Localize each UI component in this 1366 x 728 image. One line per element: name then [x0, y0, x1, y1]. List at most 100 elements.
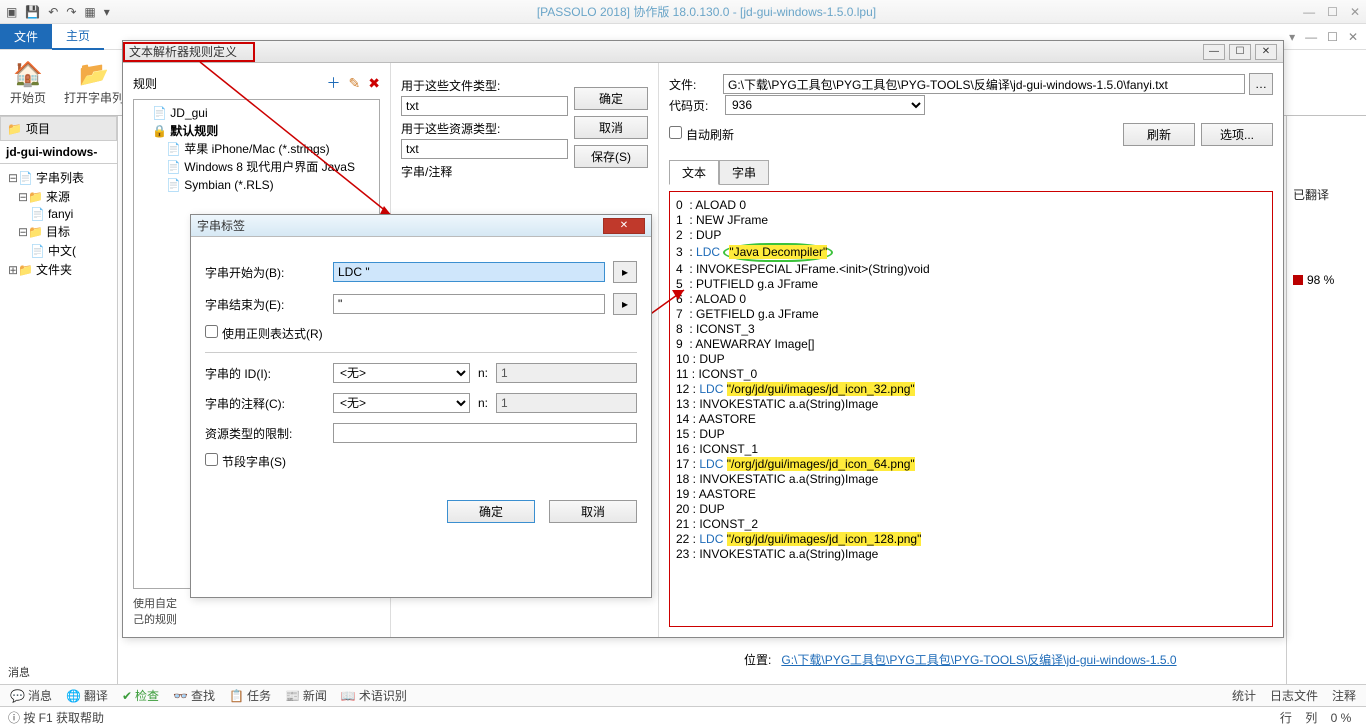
window-min-icon[interactable]: — — [1305, 30, 1317, 44]
strnote-label: 字串/注释 — [401, 163, 568, 180]
parser-hint: 使用自定 己的规则 — [133, 595, 380, 627]
file-path-input[interactable] — [723, 74, 1245, 94]
segment-checkbox[interactable]: 节段字串(S) — [205, 453, 286, 470]
tab-home[interactable]: 主页 — [52, 23, 104, 50]
ok-button[interactable]: 确定 — [574, 87, 648, 110]
id-label: 字串的 ID(I): — [205, 365, 325, 382]
ends-label: 字串结束为(E): — [205, 296, 325, 313]
file-types-input[interactable] — [401, 96, 568, 116]
tab-translate[interactable]: 🌐 翻译 — [66, 687, 108, 704]
ends-input[interactable] — [333, 294, 605, 314]
home-icon: 🏠 — [13, 60, 43, 89]
grid-icon[interactable]: ▦ — [84, 5, 95, 19]
save-button[interactable]: 保存(S) — [574, 145, 648, 168]
start-page-button[interactable]: 🏠 开始页 — [10, 60, 46, 106]
rule-item: 📄 Symbian (*.RLS) — [138, 176, 375, 194]
refresh-button[interactable]: 刷新 — [1123, 123, 1195, 146]
dialog-ok-button[interactable]: 确定 — [447, 500, 535, 523]
project-root[interactable]: jd-gui-windows- — [0, 141, 117, 164]
folder-icon: 📂 — [79, 60, 109, 89]
project-panel-header: 📁 项目 — [0, 116, 117, 141]
restrict-label: 资源类型的限制: — [205, 425, 325, 442]
tree-item-chinese[interactable]: 📄中文( — [2, 241, 115, 260]
tree-item-fanyi[interactable]: 📄fanyi — [2, 206, 115, 222]
rule-item: 📄 苹果 iPhone/Mac (*.strings) — [138, 140, 375, 158]
code-preview[interactable]: 0 : ALOAD 01 : NEW JFrame2 : DUP3 : LDC … — [669, 191, 1273, 627]
dialog-close-icon[interactable]: ✕ — [603, 218, 645, 234]
app-titlebar: ▣ 💾 ↶ ↷ ▦ ▾ [PASSOLO 2018] 协作版 18.0.130.… — [0, 0, 1366, 24]
save-icon[interactable]: 💾 — [25, 5, 40, 19]
res-types-label: 用于这些资源类型: — [401, 120, 568, 137]
maximize-icon[interactable]: ☐ — [1327, 5, 1338, 19]
browse-button[interactable]: … — [1249, 73, 1273, 95]
open-strings-button[interactable]: 📂 打开字串列 — [64, 60, 124, 106]
comment-label: 字串的注释(C): — [205, 395, 325, 412]
dialog-titlebar: 字串标签 ✕ — [191, 215, 651, 237]
cancel-button[interactable]: 取消 — [574, 116, 648, 139]
preview-tabs: 文本 字串 — [669, 160, 1273, 185]
tab-find[interactable]: 👓 查找 — [173, 687, 215, 704]
regex-checkbox[interactable]: 使用正则表达式(R) — [205, 325, 323, 342]
parser-min-icon[interactable]: — — [1203, 44, 1225, 60]
status-square-icon — [1293, 275, 1303, 285]
project-panel: 📁 项目 jd-gui-windows- ⊟📄字串列表 ⊟📁来源 📄fanyi … — [0, 116, 118, 706]
project-tree: ⊟📄字串列表 ⊟📁来源 📄fanyi ⊟📁目标 📄中文( ⊞📁文件夹 — [0, 164, 117, 283]
tab-task[interactable]: 📋 任务 — [229, 687, 271, 704]
file-label: 文件: — [669, 76, 719, 93]
tree-item-source[interactable]: ⊟📁来源 — [2, 187, 115, 206]
comment-n-input[interactable] — [496, 393, 637, 413]
parser-titlebar: 文本解析器规则定义 — ☐ ✕ — [123, 41, 1283, 63]
close-icon[interactable]: ✕ — [1350, 5, 1360, 19]
add-rule-icon[interactable]: ＋ — [327, 73, 341, 93]
autorefresh-checkbox[interactable]: 自动刷新 — [669, 126, 734, 143]
undo-icon[interactable]: ↶ — [48, 5, 58, 19]
tree-item-strings[interactable]: ⊟📄字串列表 — [2, 168, 115, 187]
row-label: 行 — [1280, 709, 1292, 726]
col-label: 列 — [1305, 709, 1317, 726]
ends-expand-button[interactable]: ▸ — [613, 293, 637, 315]
tab-string[interactable]: 字串 — [719, 160, 769, 185]
tab-logfile[interactable]: 日志文件 — [1270, 687, 1318, 704]
tab-comment[interactable]: 注释 — [1332, 687, 1356, 704]
edit-rule-icon[interactable]: ✎ — [349, 75, 361, 92]
comment-select[interactable]: <无> — [333, 393, 470, 413]
tab-news[interactable]: 📰 新闻 — [285, 687, 327, 704]
tab-term[interactable]: 📖 术语识别 — [341, 687, 407, 704]
footer-location: 位置: G:\下载\PYG工具包\PYG工具包\PYG-TOOLS\反编译\jd… — [744, 651, 1177, 668]
redo-icon[interactable]: ↷ — [66, 5, 76, 19]
dialog-cancel-button[interactable]: 取消 — [549, 500, 637, 523]
begins-expand-button[interactable]: ▸ — [613, 261, 637, 283]
n-label: n: — [478, 366, 488, 380]
id-select[interactable]: <无> — [333, 363, 470, 383]
window-max-icon[interactable]: ☐ — [1327, 30, 1338, 44]
tree-item-folders[interactable]: ⊞📁文件夹 — [2, 260, 115, 279]
parser-max-icon[interactable]: ☐ — [1229, 44, 1251, 60]
translated-header: 已翻译 — [1293, 186, 1360, 203]
n-label: n: — [478, 396, 488, 410]
parser-close-icon[interactable]: ✕ — [1255, 44, 1277, 60]
tab-messages[interactable]: 💬 消息 — [10, 687, 52, 704]
tab-file[interactable]: 文件 — [0, 24, 52, 49]
window-close-icon[interactable]: ✕ — [1348, 30, 1358, 44]
id-n-input[interactable] — [496, 363, 637, 383]
begins-input[interactable] — [333, 262, 605, 282]
file-types-label: 用于这些文件类型: — [401, 77, 568, 94]
ribbon-min-icon[interactable]: ▾ — [1289, 30, 1295, 44]
folder-icon: 📁 — [7, 122, 22, 136]
tab-check[interactable]: ✔ 检查 — [122, 687, 159, 704]
pct-label: 0 % — [1331, 711, 1352, 725]
tree-item-target[interactable]: ⊟📁目标 — [2, 222, 115, 241]
minimize-icon[interactable]: — — [1303, 5, 1315, 19]
tab-text[interactable]: 文本 — [669, 160, 719, 185]
res-types-input[interactable] — [401, 139, 568, 159]
app-title: [PASSOLO 2018] 协作版 18.0.130.0 - [jd-gui-… — [110, 3, 1303, 20]
delete-rule-icon[interactable]: ✖ — [368, 75, 380, 92]
tab-stat[interactable]: 统计 — [1232, 687, 1256, 704]
restrict-input[interactable] — [333, 423, 637, 443]
codepage-select[interactable]: 936 — [725, 95, 925, 115]
codepage-label: 代码页: — [669, 97, 719, 114]
translated-panel: 已翻译 98 % — [1286, 116, 1366, 684]
footer-location-link[interactable]: G:\下载\PYG工具包\PYG工具包\PYG-TOOLS\反编译\jd-gui… — [781, 653, 1176, 667]
rules-label: 规则 — [133, 75, 319, 92]
options-button[interactable]: 选项... — [1201, 123, 1273, 146]
